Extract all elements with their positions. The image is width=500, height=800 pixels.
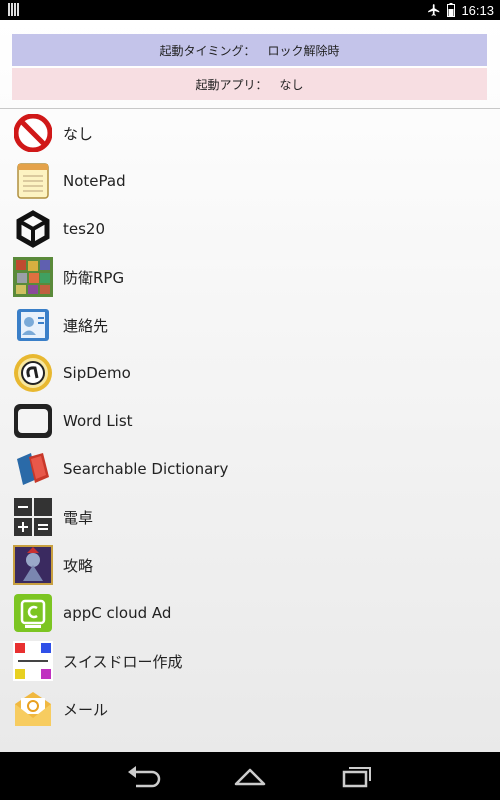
navigation-bar: [0, 752, 500, 800]
back-icon[interactable]: [124, 764, 164, 788]
appc-icon: [13, 593, 53, 633]
app-label: NotePad: [63, 172, 126, 190]
battery-icon: [447, 3, 456, 17]
sip-icon: [13, 353, 53, 393]
app-label: 電卓: [63, 508, 94, 527]
app-label: appC cloud Ad: [63, 604, 172, 622]
launch-timing-label: 起動タイミング：: [159, 43, 256, 58]
recent-apps-icon[interactable]: [336, 764, 376, 788]
wordlist-icon: [13, 401, 53, 441]
app-label: 攻略: [63, 556, 94, 575]
app-label: 連絡先: [63, 316, 109, 335]
books-icon: [13, 449, 53, 489]
airplane-mode-icon: [428, 4, 440, 16]
app-item-mail[interactable]: メール: [0, 685, 500, 733]
rpg-game-icon: [13, 257, 53, 297]
app-label: スイスドロー作成: [63, 652, 183, 671]
app-item-word-list[interactable]: Word List: [0, 397, 500, 445]
status-bar: 16:13: [0, 0, 500, 20]
mail-icon: [13, 689, 53, 729]
home-icon[interactable]: [230, 764, 270, 788]
app-label: Word List: [63, 412, 133, 430]
unity-icon: [13, 209, 53, 249]
contacts-icon: [13, 305, 53, 345]
app-item-notepad[interactable]: NotePad: [0, 157, 500, 205]
app-item-none[interactable]: なし: [0, 109, 500, 157]
app-item-appc-cloud-ad[interactable]: appC cloud Ad: [0, 589, 500, 637]
app-item-strategy-guide[interactable]: 攻略: [0, 541, 500, 589]
app-item-swiss-draw[interactable]: スイスドロー作成: [0, 637, 500, 685]
app-label: Searchable Dictionary: [63, 460, 229, 478]
app-label: なし: [63, 124, 94, 143]
app-label: tes20: [63, 220, 106, 238]
app-label: メール: [63, 700, 109, 719]
app-item-defense-rpg[interactable]: 防衛RPG: [0, 253, 500, 301]
app-content: 起動タイミング： ロック解除時 起動アプリ： なし なし NotePad tes…: [0, 20, 500, 752]
app-item-searchable-dictionary[interactable]: Searchable Dictionary: [0, 445, 500, 493]
status-time: 16:13: [461, 2, 494, 18]
app-item-sipdemo[interactable]: SipDemo: [0, 349, 500, 397]
app-item-calculator[interactable]: 電卓: [0, 493, 500, 541]
app-item-tes20[interactable]: tes20: [0, 205, 500, 253]
swiss-draw-icon: [13, 641, 53, 681]
notification-icon: [8, 3, 22, 16]
calculator-icon: [13, 497, 53, 537]
launch-app-value: なし: [279, 77, 304, 92]
app-label: SipDemo: [63, 364, 131, 382]
app-label: 防衛RPG: [63, 268, 125, 287]
no-entry-icon: [13, 113, 53, 153]
launch-timing-setting[interactable]: 起動タイミング： ロック解除時: [12, 34, 487, 66]
app-list: なし NotePad tes20 防衛RPG 連絡先 SipDemo Word …: [0, 109, 500, 733]
notepad-icon: [13, 161, 53, 201]
game-character-icon: [13, 545, 53, 585]
launch-timing-value: ロック解除時: [267, 43, 340, 58]
app-item-contacts[interactable]: 連絡先: [0, 301, 500, 349]
status-icons: 16:13: [427, 0, 494, 20]
launch-app-label: 起動アプリ：: [195, 77, 268, 92]
launch-app-setting[interactable]: 起動アプリ： なし: [12, 68, 487, 100]
